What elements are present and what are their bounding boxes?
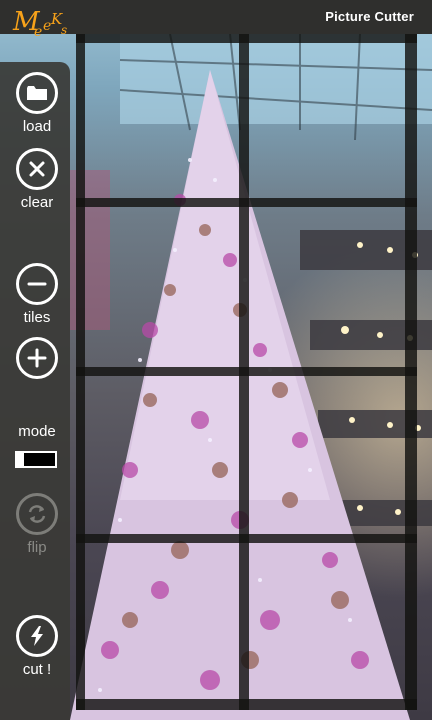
- mode-toggle[interactable]: [15, 451, 57, 468]
- grid-line-horizontal[interactable]: [76, 367, 417, 376]
- grid-line-horizontal[interactable]: [76, 534, 417, 543]
- load-label: load: [22, 118, 52, 135]
- app-logo: M e e K s: [12, 7, 67, 40]
- grid-line-horizontal[interactable]: [76, 198, 417, 207]
- close-icon: [29, 161, 45, 177]
- load-button-circle[interactable]: [16, 72, 58, 114]
- flip-button-circle[interactable]: [16, 493, 58, 535]
- svg-text:e: e: [34, 24, 42, 40]
- cut-button[interactable]: cut !: [0, 615, 74, 678]
- app-title: Picture Cutter: [325, 9, 414, 24]
- svg-text:s: s: [61, 23, 67, 37]
- clear-label: clear: [20, 194, 54, 211]
- load-button[interactable]: load: [0, 72, 74, 135]
- tiles-label: tiles: [23, 309, 51, 326]
- tiles-increase-button[interactable]: [0, 337, 74, 379]
- lightning-icon: [31, 626, 43, 646]
- grid-line-horizontal[interactable]: [76, 34, 417, 43]
- tiles-decrease-circle[interactable]: [16, 263, 58, 305]
- clear-button-circle[interactable]: [16, 148, 58, 190]
- mode-label: mode: [18, 423, 56, 440]
- grid-line-horizontal[interactable]: [76, 699, 417, 710]
- clear-button[interactable]: clear: [0, 148, 74, 211]
- tiles-increase-circle[interactable]: [16, 337, 58, 379]
- flip-label: flip: [27, 539, 47, 556]
- cut-grid[interactable]: [76, 34, 417, 710]
- mode-toggle-knob[interactable]: [16, 452, 24, 467]
- cut-button-circle[interactable]: [16, 615, 58, 657]
- minus-icon: [27, 282, 47, 286]
- flip-button[interactable]: flip: [0, 493, 74, 556]
- refresh-icon: [28, 505, 46, 523]
- tiles-decrease-button[interactable]: tiles: [0, 263, 74, 326]
- mode-control: mode: [0, 423, 74, 440]
- cut-label: cut !: [22, 661, 52, 678]
- plus-icon: [27, 348, 47, 368]
- folder-icon: [27, 86, 47, 100]
